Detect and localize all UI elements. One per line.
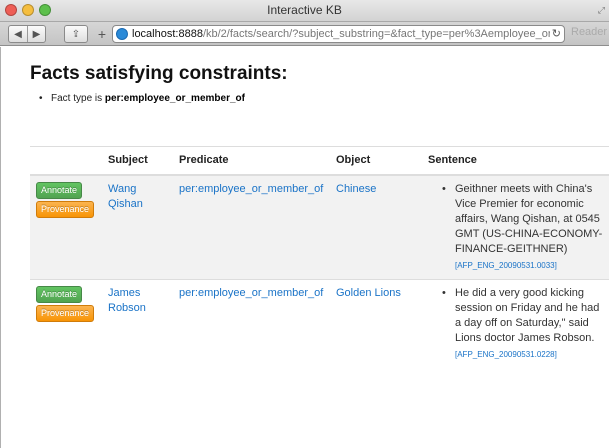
annotate-button[interactable]: Annotate bbox=[36, 285, 83, 303]
document-link[interactable]: [AFP_ENG_20090531.0033] bbox=[455, 258, 604, 273]
annotate-button[interactable]: Annotate bbox=[36, 181, 83, 199]
object-link[interactable]: Chinese bbox=[336, 182, 416, 197]
header-actions bbox=[30, 146, 102, 176]
header-sentence: Sentence bbox=[422, 146, 609, 176]
page-content: Facts satisfying constraints: Fact type … bbox=[0, 47, 609, 448]
provenance-button[interactable]: Provenance bbox=[36, 200, 95, 218]
predicate-cell: per:employee_or_member_of bbox=[173, 174, 330, 279]
title-bar: Interactive KB ⤢ bbox=[0, 0, 609, 22]
object-link[interactable]: Golden Lions bbox=[336, 286, 416, 301]
nav-buttons: ◀ ▶ bbox=[8, 25, 46, 43]
reader-button[interactable]: Reader bbox=[571, 26, 607, 38]
url-host: localhost:8888 bbox=[132, 28, 203, 40]
header-object: Object bbox=[330, 146, 422, 176]
object-cell: Chinese bbox=[330, 174, 422, 279]
sentence-item: He did a very good kicking session on Fr… bbox=[428, 286, 604, 362]
header-subject: Subject bbox=[102, 146, 173, 176]
globe-icon bbox=[116, 28, 128, 40]
address-bar[interactable]: localhost:8888 /kb/2/facts/search/?subje… bbox=[112, 25, 565, 43]
new-tab-button[interactable]: + bbox=[95, 26, 109, 42]
share-button[interactable]: ⇪ bbox=[64, 25, 88, 43]
share-icon: ⇪ bbox=[71, 28, 81, 40]
back-button[interactable]: ◀ bbox=[9, 26, 27, 42]
constraint-item: Fact type is per:employee_or_member_of bbox=[39, 93, 245, 104]
window-title: Interactive KB bbox=[267, 3, 342, 17]
fullscreen-icon[interactable]: ⤢ bbox=[598, 5, 605, 16]
table-row: Annotate Provenance Wang Qishan per:empl… bbox=[30, 174, 609, 279]
actions-cell: Annotate Provenance bbox=[30, 174, 102, 279]
object-cell: Golden Lions bbox=[330, 278, 422, 368]
sentence-text: Geithner meets with China's Vice Premier… bbox=[455, 182, 603, 255]
subject-cell: Wang Qishan bbox=[102, 174, 173, 279]
predicate-link[interactable]: per:employee_or_member_of bbox=[179, 182, 324, 197]
subject-link[interactable]: James Robson bbox=[108, 286, 167, 316]
subject-cell: James Robson bbox=[102, 278, 173, 368]
constraint-value: per:employee_or_member_of bbox=[104, 93, 245, 104]
predicate-link[interactable]: per:employee_or_member_of bbox=[179, 286, 324, 301]
browser-window: Interactive KB ⤢ ◀ ▶ ⇪ + localhost:8888 … bbox=[0, 0, 609, 448]
sentence-cell: He did a very good kicking session on Fr… bbox=[422, 278, 609, 368]
forward-button[interactable]: ▶ bbox=[27, 26, 45, 42]
subject-link[interactable]: Wang Qishan bbox=[108, 182, 167, 212]
facts-table: Subject Predicate Object Sentence Annota… bbox=[30, 146, 609, 368]
browser-toolbar: ◀ ▶ ⇪ + localhost:8888 /kb/2/facts/searc… bbox=[0, 22, 609, 46]
table-row: Annotate Provenance James Robson per:emp… bbox=[30, 278, 609, 368]
reload-icon[interactable]: ↻ bbox=[549, 27, 561, 40]
sentence-item: Geithner meets with China's Vice Premier… bbox=[428, 182, 604, 273]
document-link[interactable]: [AFP_ENG_20090531.0228] bbox=[455, 347, 604, 362]
sentence-cell: Geithner meets with China's Vice Premier… bbox=[422, 174, 609, 279]
page-title: Facts satisfying constraints: bbox=[30, 63, 288, 84]
provenance-button[interactable]: Provenance bbox=[36, 304, 95, 322]
table-header-row: Subject Predicate Object Sentence bbox=[30, 146, 609, 176]
header-predicate: Predicate bbox=[173, 146, 330, 176]
constraint-label: Fact type is bbox=[51, 93, 105, 104]
actions-cell: Annotate Provenance bbox=[30, 278, 102, 368]
url-path: /kb/2/facts/search/?subject_substring=&f… bbox=[202, 28, 558, 40]
sentence-text: He did a very good kicking session on Fr… bbox=[455, 286, 600, 344]
predicate-cell: per:employee_or_member_of bbox=[173, 278, 330, 368]
